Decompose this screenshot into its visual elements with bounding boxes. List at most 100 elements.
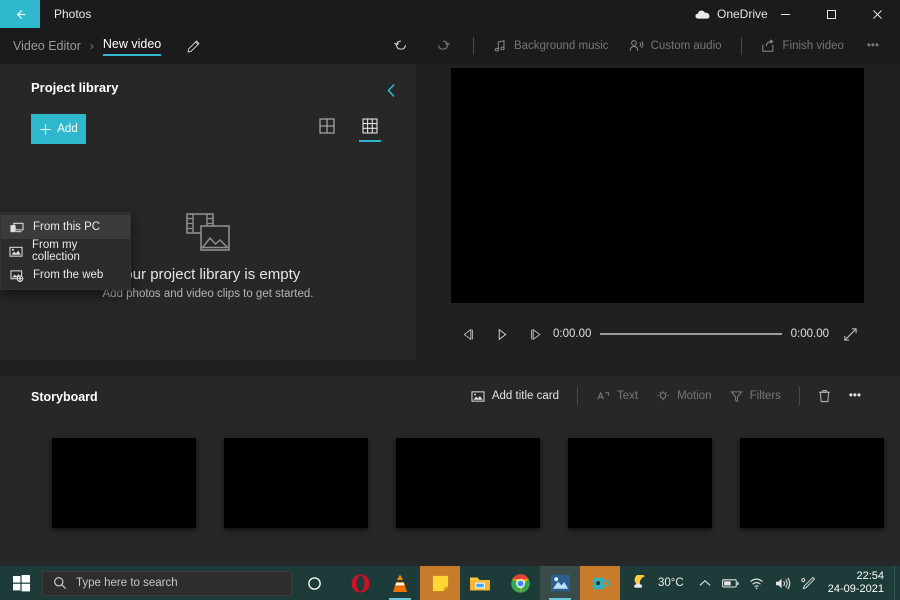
- mug-app-icon: [592, 577, 610, 590]
- add-media-label: Add: [57, 123, 78, 135]
- library-view-toggles: [313, 116, 384, 142]
- rename-project-button[interactable]: [182, 35, 204, 57]
- previous-frame-button[interactable]: [451, 320, 485, 348]
- finish-video-button[interactable]: Finish video: [751, 34, 854, 58]
- preview-pane: 0:00.00 0:00.00: [416, 64, 900, 360]
- show-hidden-icons-button[interactable]: [692, 566, 718, 600]
- pencil-icon: [187, 39, 200, 53]
- taskbar-app-chrome[interactable]: [500, 566, 540, 600]
- filters-label: Filters: [749, 390, 781, 402]
- command-bar-actions: Background music Custom audio Finish vid…: [380, 28, 892, 64]
- menu-item-from-this-pc[interactable]: From this PC: [1, 215, 130, 239]
- fullscreen-button[interactable]: [836, 320, 864, 348]
- menu-item-from-my-collection[interactable]: From my collection: [1, 239, 130, 263]
- filters-button[interactable]: Filters: [721, 385, 790, 408]
- custom-audio-button[interactable]: Custom audio: [619, 34, 732, 58]
- menu-item-from-this-pc-label: From this PC: [33, 221, 101, 233]
- taskbar-app-photos[interactable]: [540, 566, 580, 600]
- storyboard-panel: Storyboard Add title card Text Motion Fi…: [0, 376, 900, 566]
- chevron-left-icon: [386, 83, 395, 97]
- command-more-button[interactable]: •••: [854, 35, 892, 57]
- breadcrumb-video-editor[interactable]: Video Editor: [13, 39, 81, 53]
- storyboard-card[interactable]: [740, 438, 884, 528]
- onedrive-label: OneDrive: [717, 7, 768, 21]
- storyboard-separator-1: [576, 387, 578, 405]
- weather-widget[interactable]: 30°C: [625, 575, 692, 591]
- delete-button[interactable]: [809, 384, 840, 408]
- breadcrumb-active-underline: [102, 53, 162, 56]
- storyboard-card[interactable]: [396, 438, 540, 528]
- wifi-button[interactable]: [744, 566, 770, 600]
- current-time-label: 0:00.00: [553, 328, 592, 340]
- chevron-up-icon: [699, 579, 711, 586]
- breadcrumb-new-video[interactable]: New video: [102, 36, 162, 56]
- taskbar-app-file-explorer[interactable]: [460, 566, 500, 600]
- storyboard-toolbar: Add title card Text Motion Filters •••: [462, 384, 870, 408]
- cortana-button[interactable]: [292, 566, 336, 600]
- menu-item-from-the-web-label: From the web: [33, 269, 104, 281]
- storyboard-separator-2: [798, 387, 800, 405]
- redo-button[interactable]: [422, 33, 464, 59]
- maximize-button[interactable]: [808, 0, 854, 28]
- taskbar-app-opera[interactable]: [340, 566, 380, 600]
- grid-small-icon: [362, 118, 378, 134]
- total-time-label: 0:00.00: [790, 328, 829, 340]
- seek-slider[interactable]: [600, 327, 782, 341]
- fullscreen-icon: [843, 327, 857, 341]
- taskbar-app-buttons: [340, 566, 620, 600]
- taskbar-app-vlc[interactable]: [380, 566, 420, 600]
- text-button[interactable]: Text: [587, 385, 647, 408]
- motion-label: Motion: [677, 390, 712, 402]
- undo-button[interactable]: [380, 33, 422, 59]
- storyboard-more-button[interactable]: •••: [840, 385, 870, 407]
- minimize-button[interactable]: [762, 0, 808, 28]
- cloud-icon: [695, 10, 710, 19]
- taskbar-app-mug[interactable]: [580, 566, 620, 600]
- taskbar-clock[interactable]: 22:54 24-09-2021: [822, 570, 894, 596]
- menu-item-from-the-web[interactable]: From the web: [1, 263, 130, 287]
- background-music-label: Background music: [513, 40, 609, 52]
- add-title-card-button[interactable]: Add title card: [462, 385, 568, 408]
- collection-icon: [9, 245, 23, 258]
- motion-button[interactable]: Motion: [647, 385, 721, 408]
- start-button[interactable]: [0, 566, 42, 600]
- add-media-button[interactable]: Add: [31, 114, 86, 144]
- taskbar-search-box[interactable]: Type here to search: [42, 570, 292, 596]
- menu-item-from-my-collection-label: From my collection: [32, 239, 80, 263]
- show-desktop-button[interactable]: [894, 566, 900, 600]
- add-media-dropdown-menu: From this PC From my collection From the…: [0, 212, 131, 290]
- play-icon: [498, 328, 507, 340]
- system-tray: 30°C 22:54 24-09-2021: [625, 566, 900, 600]
- battery-button[interactable]: [718, 566, 744, 600]
- text-icon: [597, 390, 610, 399]
- undo-icon: [393, 40, 406, 50]
- close-button[interactable]: [854, 0, 900, 28]
- pen-workspace-button[interactable]: [796, 566, 822, 600]
- breadcrumb-new-video-label: New video: [102, 36, 162, 51]
- play-button[interactable]: [485, 320, 519, 348]
- storyboard-title: Storyboard: [31, 390, 98, 404]
- clock-date: 24-09-2021: [827, 583, 884, 595]
- back-button[interactable]: [0, 0, 40, 28]
- pen-icon: [801, 576, 816, 590]
- volume-button[interactable]: [770, 566, 796, 600]
- storyboard-card[interactable]: [224, 438, 368, 528]
- photos-video-editor-window: Photos OneDrive Video Editor › New video…: [0, 0, 900, 600]
- pc-icon: [9, 221, 24, 234]
- storyboard-card[interactable]: [568, 438, 712, 528]
- background-music-button[interactable]: Background music: [483, 34, 619, 58]
- plus-icon: [40, 123, 51, 135]
- library-empty-title: Your project library is empty: [115, 266, 301, 283]
- storyboard-card[interactable]: [52, 438, 196, 528]
- view-grid-large-button[interactable]: [313, 116, 341, 134]
- custom-audio-label: Custom audio: [650, 40, 722, 52]
- view-grid-small-button[interactable]: [356, 116, 384, 142]
- battery-icon: [722, 578, 739, 588]
- next-frame-icon: [531, 328, 541, 340]
- taskbar-app-sticky-notes[interactable]: [420, 566, 460, 600]
- onedrive-status[interactable]: OneDrive: [695, 0, 768, 28]
- next-frame-button[interactable]: [519, 320, 553, 348]
- breadcrumb-separator: ›: [89, 39, 94, 53]
- video-preview-surface[interactable]: [451, 68, 864, 303]
- collapse-library-button[interactable]: [378, 77, 404, 103]
